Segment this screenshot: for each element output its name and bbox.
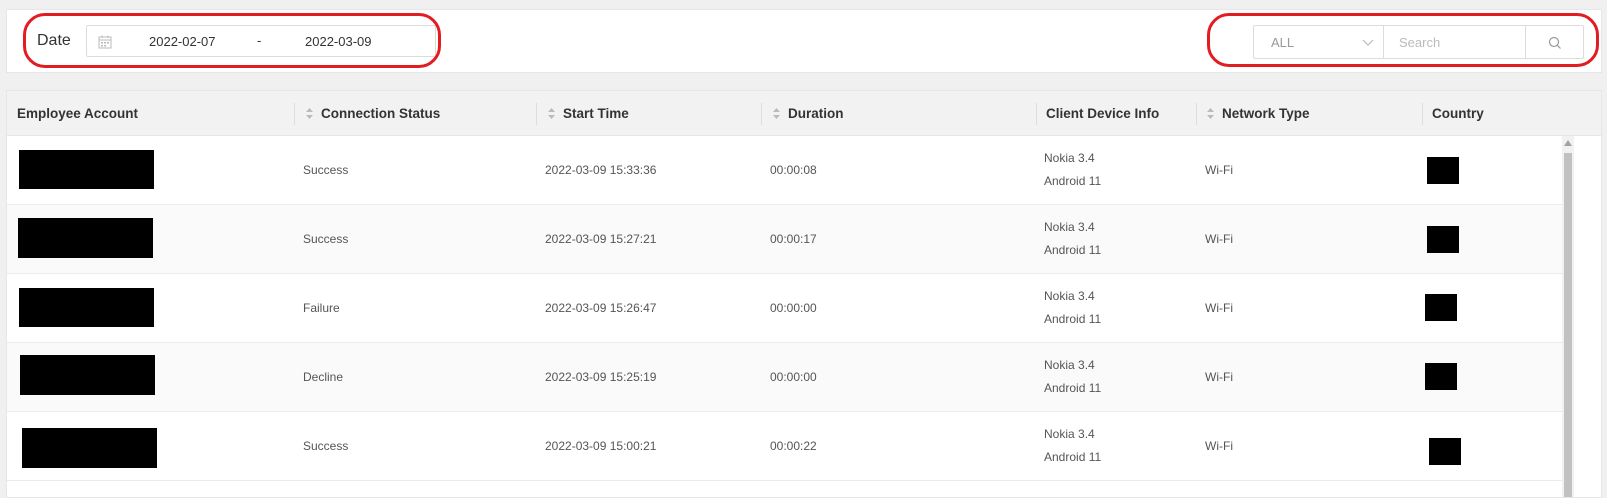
column-divider	[1196, 103, 1197, 125]
duration: 00:00:17	[770, 232, 817, 246]
status-select[interactable]: ALL	[1254, 26, 1384, 58]
network-type: Wi-Fi	[1205, 163, 1233, 177]
search-input[interactable]	[1385, 26, 1525, 58]
redacted-country	[1427, 157, 1459, 184]
table-row[interactable]: Success 2022-03-09 15:27:21 00:00:17 Nok…	[7, 205, 1562, 274]
date-label: Date	[37, 32, 71, 49]
device-os: Android 11	[1044, 381, 1102, 395]
col-label: Connection Status	[321, 106, 441, 121]
table-row[interactable]: Success 2022-03-09 15:33:36 00:00:08 Nok…	[7, 136, 1562, 205]
device-model: Nokia 3.4	[1044, 427, 1095, 441]
sort-icon	[773, 108, 780, 119]
col-label: Country	[1432, 106, 1484, 121]
search-filter-group: ALL	[1253, 25, 1584, 59]
redacted-employee-account	[20, 355, 155, 395]
connection-status: Success	[303, 439, 349, 453]
duration: 00:00:08	[770, 163, 817, 177]
device-os: Android 11	[1044, 174, 1102, 188]
start-time: 2022-03-09 15:26:47	[545, 301, 657, 315]
calendar-icon	[98, 35, 112, 49]
device-os: Android 11	[1044, 450, 1102, 464]
table-row[interactable]: Decline 2022-03-09 15:25:19 00:00:00 Nok…	[7, 343, 1562, 412]
start-time: 2022-03-09 15:27:21	[545, 232, 657, 246]
col-label: Network Type	[1222, 106, 1310, 121]
device-os: Android 11	[1044, 243, 1102, 257]
column-divider	[761, 103, 762, 125]
device-os: Android 11	[1044, 312, 1102, 326]
col-connection-status[interactable]: Connection Status	[305, 91, 440, 136]
connection-status: Decline	[303, 370, 344, 384]
table-row[interactable]: Success 2022-03-09 15:00:21 00:00:22 Nok…	[7, 412, 1562, 481]
start-time: 2022-03-09 15:25:19	[545, 370, 657, 384]
date-start-input[interactable]: 2022-02-07	[149, 34, 216, 49]
sort-icon	[306, 108, 313, 119]
date-separator: -	[257, 33, 262, 48]
col-label: Start Time	[563, 106, 629, 121]
duration: 00:00:00	[770, 370, 817, 384]
col-country: Country	[1432, 91, 1484, 136]
redacted-country	[1427, 226, 1459, 253]
column-divider	[294, 103, 295, 125]
connection-status: Failure	[303, 301, 340, 315]
filter-toolbar: Date 2022-02-07 - 2022-03-09 ALL	[6, 9, 1602, 73]
network-type: Wi-Fi	[1205, 370, 1233, 384]
col-label: Client Device Info	[1046, 106, 1160, 121]
device-model: Nokia 3.4	[1044, 220, 1095, 234]
sessions-table: Employee Account Connection Status Start…	[6, 90, 1602, 498]
redacted-employee-account	[22, 428, 157, 468]
start-time: 2022-03-09 15:00:21	[545, 439, 657, 453]
scrollbar-thumb[interactable]	[1564, 153, 1572, 497]
table-row[interactable]: Failure 2022-03-09 15:26:47 00:00:00 Nok…	[7, 274, 1562, 343]
redacted-employee-account	[19, 150, 154, 189]
start-time: 2022-03-09 15:33:36	[545, 163, 657, 177]
network-type: Wi-Fi	[1205, 439, 1233, 453]
col-label: Duration	[788, 106, 844, 121]
date-range-picker[interactable]: 2022-02-07 - 2022-03-09	[86, 25, 436, 57]
search-icon	[1548, 36, 1561, 49]
sort-icon	[548, 108, 555, 119]
search-button[interactable]	[1525, 26, 1583, 58]
device-model: Nokia 3.4	[1044, 358, 1095, 372]
date-end-input[interactable]: 2022-03-09	[305, 34, 372, 49]
col-start-time[interactable]: Start Time	[547, 91, 629, 136]
col-network-type[interactable]: Network Type	[1206, 91, 1310, 136]
redacted-employee-account	[19, 288, 154, 327]
device-model: Nokia 3.4	[1044, 289, 1095, 303]
col-employee-account[interactable]: Employee Account	[17, 91, 138, 136]
vertical-scrollbar[interactable]	[1562, 136, 1574, 497]
duration: 00:00:00	[770, 301, 817, 315]
chevron-down-icon	[1362, 39, 1374, 46]
network-type: Wi-Fi	[1205, 301, 1233, 315]
redacted-country	[1429, 438, 1461, 465]
col-label: Employee Account	[17, 106, 139, 121]
sort-icon	[1207, 108, 1214, 119]
scroll-up-icon[interactable]	[1563, 139, 1573, 147]
column-divider	[1036, 103, 1037, 125]
col-client-device-info: Client Device Info	[1046, 91, 1159, 136]
device-model: Nokia 3.4	[1044, 151, 1095, 165]
status-select-value: ALL	[1271, 35, 1295, 50]
column-divider	[1422, 103, 1423, 125]
redacted-country	[1425, 363, 1457, 390]
connection-status: Success	[303, 232, 349, 246]
table-header: Employee Account Connection Status Start…	[7, 91, 1601, 136]
network-type: Wi-Fi	[1205, 232, 1233, 246]
column-divider	[536, 103, 537, 125]
connection-status: Success	[303, 163, 349, 177]
duration: 00:00:22	[770, 439, 817, 453]
redacted-country	[1425, 294, 1457, 321]
col-duration[interactable]: Duration	[772, 91, 844, 136]
redacted-employee-account	[18, 218, 153, 258]
